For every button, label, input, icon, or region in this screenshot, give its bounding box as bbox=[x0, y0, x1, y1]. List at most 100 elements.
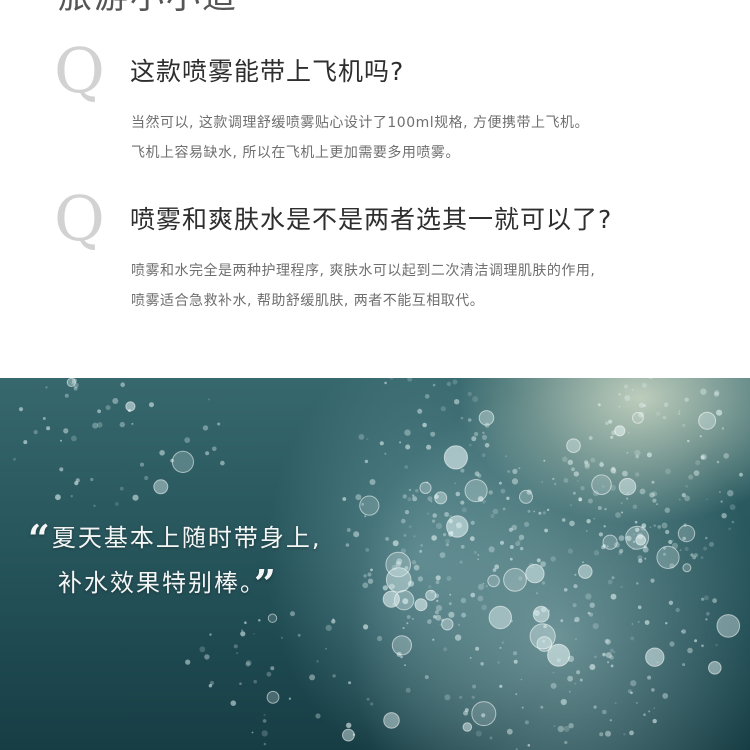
bubble bbox=[484, 422, 490, 428]
bubble bbox=[63, 428, 69, 434]
bubble bbox=[682, 663, 686, 667]
bubble bbox=[705, 618, 708, 621]
bubble bbox=[70, 495, 73, 498]
bubble bbox=[212, 446, 217, 452]
bubble bbox=[463, 710, 469, 716]
bubble bbox=[205, 451, 210, 456]
bubble bbox=[370, 702, 374, 706]
bubble bbox=[488, 490, 493, 495]
bubble bbox=[624, 384, 628, 389]
bubble bbox=[614, 425, 626, 437]
bubble bbox=[427, 496, 433, 502]
bubble bbox=[641, 382, 647, 388]
bubble bbox=[449, 593, 452, 596]
bubble bbox=[480, 662, 484, 666]
bubble bbox=[503, 567, 527, 592]
bubble bbox=[694, 639, 698, 643]
bubble bbox=[544, 528, 548, 533]
bubble bbox=[499, 540, 505, 545]
bubble bbox=[45, 386, 48, 389]
bubble bbox=[638, 558, 643, 563]
bubble bbox=[270, 666, 275, 671]
bubble bbox=[543, 624, 547, 629]
bubble bbox=[568, 690, 571, 693]
bubble bbox=[413, 535, 416, 538]
bubble bbox=[461, 507, 467, 513]
bubble bbox=[716, 409, 723, 416]
bubble bbox=[445, 543, 449, 547]
bubble bbox=[683, 523, 687, 527]
bubble bbox=[629, 730, 634, 736]
bubble bbox=[593, 550, 600, 556]
bubble bbox=[475, 730, 482, 737]
bubble bbox=[705, 536, 708, 540]
bubble bbox=[635, 472, 640, 477]
bubble bbox=[407, 378, 413, 382]
bubble bbox=[366, 697, 370, 701]
bubble bbox=[66, 378, 76, 387]
bubble bbox=[513, 659, 518, 664]
bubble bbox=[481, 453, 486, 457]
bubble bbox=[426, 444, 432, 450]
bubble bbox=[258, 619, 261, 622]
bubble bbox=[609, 719, 612, 722]
bubble bbox=[90, 477, 94, 482]
bubble bbox=[552, 671, 555, 674]
bubble bbox=[445, 538, 450, 544]
bubble bbox=[592, 490, 599, 497]
bubble bbox=[603, 525, 606, 528]
bubble bbox=[406, 622, 409, 625]
bubble bbox=[484, 443, 490, 448]
bubble bbox=[105, 405, 111, 411]
bubble bbox=[377, 635, 383, 642]
bubble bbox=[431, 535, 437, 541]
bubble bbox=[404, 664, 406, 667]
bubble bbox=[625, 535, 632, 542]
bubble bbox=[618, 393, 621, 396]
bubble bbox=[473, 550, 477, 555]
bubble bbox=[494, 564, 500, 570]
bubble bbox=[626, 497, 629, 500]
bubble bbox=[93, 504, 96, 507]
bubble bbox=[574, 682, 577, 685]
bubble bbox=[492, 508, 499, 515]
bubble bbox=[520, 678, 523, 681]
bubble bbox=[538, 511, 542, 515]
bubble bbox=[606, 545, 609, 548]
bubble bbox=[131, 422, 134, 425]
bubble bbox=[13, 457, 16, 461]
bubble bbox=[490, 513, 495, 518]
bubble bbox=[207, 398, 210, 401]
bubble bbox=[363, 624, 369, 630]
bubble bbox=[448, 611, 455, 618]
bubble bbox=[266, 690, 280, 704]
bubble bbox=[607, 579, 613, 585]
bubble bbox=[626, 451, 629, 454]
bubble bbox=[443, 533, 447, 537]
bubble bbox=[569, 504, 572, 507]
bubble bbox=[444, 512, 449, 517]
bubble bbox=[412, 496, 418, 502]
bubble bbox=[524, 720, 529, 725]
bubble bbox=[115, 502, 119, 506]
bubble bbox=[399, 441, 402, 444]
bubble bbox=[675, 607, 680, 613]
bubble bbox=[612, 469, 617, 475]
bubble bbox=[415, 489, 419, 493]
bubble bbox=[700, 414, 703, 416]
bubble bbox=[391, 635, 412, 656]
bubble bbox=[662, 693, 669, 699]
bubble bbox=[392, 603, 396, 606]
bubble bbox=[457, 623, 461, 626]
bubble bbox=[432, 638, 435, 641]
bubble bbox=[470, 592, 476, 598]
bubble bbox=[618, 535, 625, 541]
bubble bbox=[469, 657, 472, 659]
bubble bbox=[245, 661, 251, 667]
bubble bbox=[518, 534, 525, 540]
bubble bbox=[653, 707, 655, 709]
bubble bbox=[217, 422, 221, 426]
bubble bbox=[149, 402, 154, 408]
bubble bbox=[636, 702, 638, 704]
bubble bbox=[663, 402, 669, 408]
